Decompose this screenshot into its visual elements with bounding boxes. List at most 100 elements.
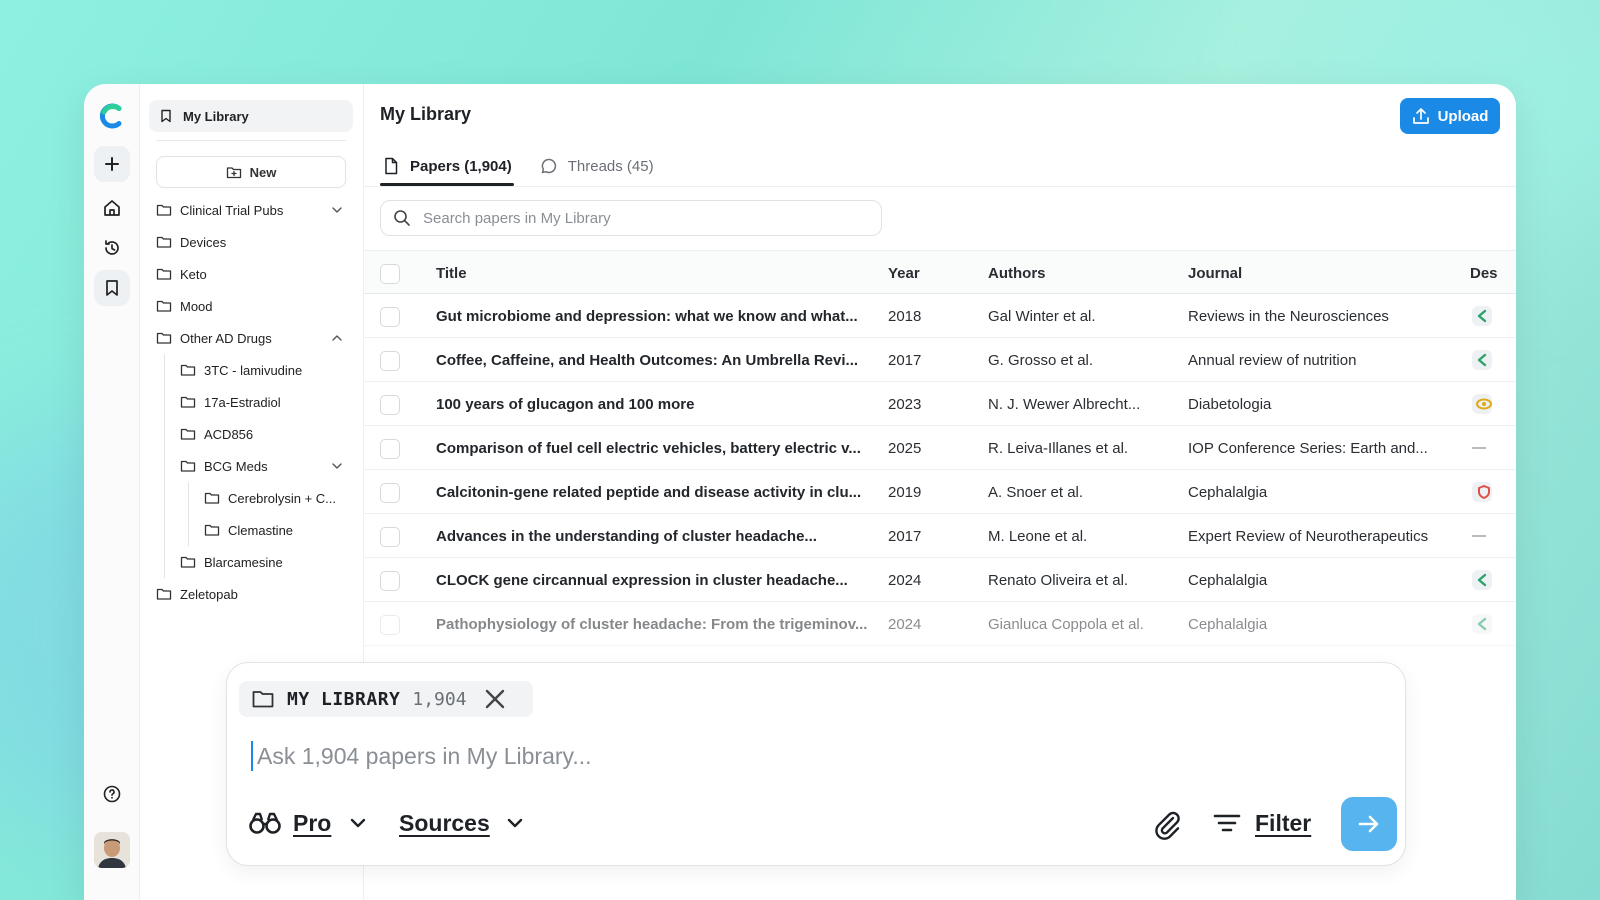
paper-title[interactable]: Gut microbiome and depression: what we k… <box>436 294 876 338</box>
tab-threads[interactable]: Threads (45) <box>538 146 656 186</box>
app-logo-icon[interactable] <box>98 102 126 130</box>
upload-button[interactable]: Upload <box>1400 98 1500 134</box>
summary-icon[interactable] <box>1472 614 1492 634</box>
column-header-year[interactable]: Year <box>888 251 920 295</box>
table-row[interactable]: Coffee, Caffeine, and Health Outcomes: A… <box>364 338 1516 382</box>
folder-item[interactable]: Clinical Trial Pubs <box>156 196 283 224</box>
folder-icon <box>156 300 172 312</box>
row-checkbox[interactable] <box>380 351 400 371</box>
column-header-title[interactable]: Title <box>436 251 467 295</box>
app-window: My Library New Clinical Trial Pubs Devic… <box>84 84 1516 900</box>
folder-item[interactable]: Cerebrolysin + C... <box>204 484 336 512</box>
close-icon[interactable] <box>483 687 507 711</box>
shield-icon[interactable] <box>1472 482 1492 502</box>
folder-icon <box>180 364 196 376</box>
folder-item[interactable]: 3TC - lamivudine <box>180 356 302 384</box>
filter-button[interactable]: Filter <box>1213 803 1311 843</box>
folder-item[interactable]: Clemastine <box>204 516 293 544</box>
folder-item[interactable]: Keto <box>156 260 207 288</box>
row-checkbox[interactable] <box>380 571 400 591</box>
folder-item[interactable]: BCG Meds <box>180 452 268 480</box>
folder-item[interactable]: Mood <box>156 292 213 320</box>
search-input[interactable]: Search papers in My Library <box>380 200 882 236</box>
tab-papers[interactable]: Papers (1,904) <box>380 146 514 186</box>
paper-title[interactable]: Advances in the understanding of cluster… <box>436 514 876 558</box>
paper-title[interactable]: Comparison of fuel cell electric vehicle… <box>436 426 876 470</box>
chevron-up-icon[interactable] <box>330 331 344 345</box>
sources-selector[interactable]: Sources <box>399 803 526 843</box>
folder-label: Zeletopab <box>180 586 238 602</box>
column-header-journal[interactable]: Journal <box>1188 251 1242 295</box>
paper-title[interactable]: Pathophysiology of cluster headache: Fro… <box>436 602 876 646</box>
table-row[interactable]: Calcitonin-gene related peptide and dise… <box>364 470 1516 514</box>
paper-title[interactable]: 100 years of glucagon and 100 more <box>436 382 876 426</box>
mode-selector[interactable]: Pro <box>249 803 369 843</box>
folder-label: Mood <box>180 298 213 314</box>
paper-authors: R. Leiva-Illanes et al. <box>988 439 1129 457</box>
binoculars-icon <box>249 812 281 834</box>
table-row[interactable]: 100 years of glucagon and 100 more 2023 … <box>364 382 1516 426</box>
folder-label: Blarcamesine <box>204 554 283 570</box>
avatar[interactable] <box>94 832 130 868</box>
sidebar-item-my-library[interactable]: My Library <box>149 100 353 132</box>
table-row[interactable]: Comparison of fuel cell electric vehicle… <box>364 426 1516 470</box>
row-checkbox[interactable] <box>380 307 400 327</box>
row-checkbox[interactable] <box>380 527 400 547</box>
home-button[interactable] <box>94 190 130 226</box>
library-button[interactable] <box>94 270 130 306</box>
tree-guide-line <box>164 354 165 578</box>
table-row[interactable]: Pathophysiology of cluster headache: Fro… <box>364 602 1516 646</box>
row-checkbox[interactable] <box>380 439 400 459</box>
folder-label: ACD856 <box>204 426 254 442</box>
tab-label: Papers (1,904) <box>410 157 512 175</box>
paper-title[interactable]: CLOCK gene circannual expression in clus… <box>436 558 876 602</box>
folder-label: Other AD Drugs <box>180 330 272 346</box>
history-button[interactable] <box>94 230 130 266</box>
column-header-description[interactable]: Des <box>1470 251 1498 295</box>
folder-item[interactable]: Blarcamesine <box>180 548 283 576</box>
folder-item[interactable]: ACD856 <box>180 420 253 448</box>
chat-placeholder: Ask 1,904 papers in My Library... <box>257 742 592 769</box>
summary-icon[interactable] <box>1472 350 1492 370</box>
chevron-down-icon[interactable] <box>330 459 344 473</box>
folder-icon <box>156 332 172 344</box>
sidebar-item-label: My Library <box>183 108 249 124</box>
row-checkbox[interactable] <box>380 615 400 635</box>
paper-journal: IOP Conference Series: Earth and... <box>1188 439 1428 457</box>
row-checkbox[interactable] <box>380 395 400 415</box>
paper-journal: Annual review of nutrition <box>1188 351 1357 369</box>
summary-icon[interactable] <box>1472 306 1492 326</box>
paperclip-icon[interactable] <box>1151 809 1183 841</box>
new-folder-button[interactable]: New <box>156 156 346 188</box>
paper-title[interactable]: Calcitonin-gene related peptide and dise… <box>436 470 876 514</box>
chat-input[interactable]: Ask 1,904 papers in My Library... <box>251 741 592 771</box>
summary-icon[interactable] <box>1472 570 1492 590</box>
row-checkbox[interactable] <box>380 483 400 503</box>
folder-item[interactable]: Other AD Drugs <box>156 324 272 352</box>
folder-item[interactable]: Zeletopab <box>156 580 238 608</box>
folder-icon <box>204 524 220 536</box>
divider <box>364 186 1516 187</box>
table-row[interactable]: Advances in the understanding of cluster… <box>364 514 1516 558</box>
paper-authors: N. J. Wewer Albrecht... <box>988 395 1141 413</box>
folder-item[interactable]: Devices <box>156 228 226 256</box>
paper-authors: Gianluca Coppola et al. <box>988 615 1144 633</box>
send-button[interactable] <box>1341 797 1397 851</box>
folder-label: 17a-Estradiol <box>204 394 281 410</box>
column-header-authors[interactable]: Authors <box>988 251 1046 295</box>
upload-icon <box>1412 108 1429 124</box>
select-all-checkbox[interactable] <box>380 264 400 284</box>
chevron-down-icon[interactable] <box>330 203 344 217</box>
paper-authors: M. Leone et al. <box>988 527 1088 545</box>
folder-label: Keto <box>180 266 207 282</box>
paper-year: 2024 <box>888 571 922 589</box>
help-button[interactable] <box>94 776 130 812</box>
eye-icon[interactable] <box>1472 394 1492 414</box>
table-row[interactable]: CLOCK gene circannual expression in clus… <box>364 558 1516 602</box>
paper-title[interactable]: Coffee, Caffeine, and Health Outcomes: A… <box>436 338 876 382</box>
new-thread-button[interactable] <box>94 146 130 182</box>
library-scope-chip[interactable]: MY LIBRARY 1,904 <box>239 681 533 717</box>
table-row[interactable]: Gut microbiome and depression: what we k… <box>364 294 1516 338</box>
folder-item[interactable]: 17a-Estradiol <box>180 388 281 416</box>
search-placeholder: Search papers in My Library <box>423 209 611 227</box>
